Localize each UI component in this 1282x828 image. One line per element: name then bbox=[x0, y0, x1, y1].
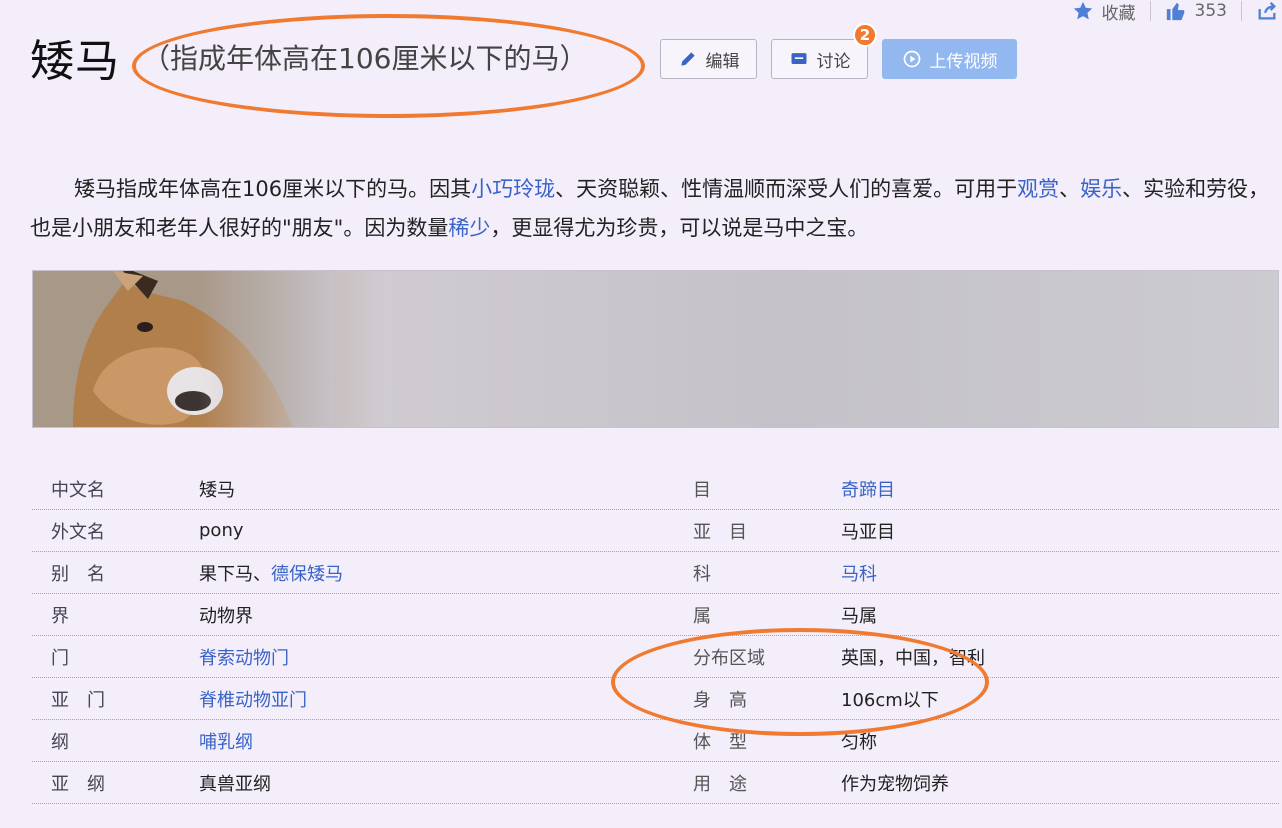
star-icon bbox=[1073, 1, 1092, 20]
intro-text: ，更显得尤为珍贵，可以说是马中之宝。 bbox=[490, 216, 869, 240]
info-value: 果下马、德保矮马 bbox=[199, 560, 673, 586]
info-value: 脊椎动物亚门 bbox=[199, 686, 673, 712]
discuss-count-badge: 2 bbox=[853, 23, 877, 47]
intro-text: 、天资聪颖、性情温顺而深受人们的喜爱。可用于 bbox=[555, 177, 1018, 201]
link-view[interactable]: 观赏 bbox=[1017, 177, 1059, 201]
upload-video-label: 上传视频 bbox=[929, 51, 998, 72]
info-key: 亚 门 bbox=[51, 689, 105, 711]
info-value: 奇蹄目 bbox=[841, 476, 1279, 502]
link-small[interactable]: 小巧玲珑 bbox=[471, 177, 555, 201]
intro-paragraph: 矮马指成年体高在106厘米以下的马。因其小巧玲珑、天资聪颖、性情温顺而深受人们的… bbox=[30, 170, 1270, 248]
info-row: 亚 纲 真兽亚纲 用 途 作为宠物饲养 bbox=[32, 762, 1279, 804]
info-value: 马属 bbox=[841, 602, 1279, 628]
info-key: 亚 纲 bbox=[51, 773, 105, 795]
intro-text: 矮马指成年体高在106厘米以下的马。因其 bbox=[74, 177, 472, 201]
thumbs-up-icon bbox=[1166, 2, 1184, 21]
info-key: 身 高 bbox=[693, 689, 747, 711]
info-key: 目 bbox=[693, 479, 711, 501]
basic-info-table: 中文名 矮马目奇蹄目 外文名 pony 亚 目马亚目别 名果下马、德保矮马科马科界动物界… bbox=[32, 468, 1279, 804]
info-value-text: 106cm以下 bbox=[841, 689, 939, 711]
info-key: 科 bbox=[693, 563, 711, 585]
info-value-text: 英国，中国，智利 bbox=[841, 647, 985, 669]
link-rare[interactable]: 稀少 bbox=[448, 216, 490, 240]
info-value: 动物界 bbox=[199, 602, 673, 628]
info-row: 外文名 pony 亚 目 马亚目 bbox=[32, 510, 1279, 552]
share-icon bbox=[1258, 1, 1276, 20]
info-key: 体 型 bbox=[693, 731, 747, 753]
edit-label: 编辑 bbox=[705, 51, 740, 72]
info-value-text: 马属 bbox=[841, 605, 877, 627]
info-value-text: 果下马、 bbox=[199, 563, 271, 585]
like-count: 353 bbox=[1194, 1, 1227, 21]
info-value-link[interactable]: 马科 bbox=[841, 564, 877, 585]
album-banner[interactable] bbox=[32, 270, 1279, 428]
info-row: 纲 哺乳纲 体 型 匀称 bbox=[32, 720, 1279, 762]
info-row: 亚 门 脊椎动物亚门 身 高 106cm以下 bbox=[32, 678, 1279, 720]
like-button[interactable]: 353 bbox=[1151, 0, 1241, 22]
info-value-text: 作为宠物饲养 bbox=[841, 773, 949, 795]
info-value: 脊索动物门 bbox=[199, 644, 673, 670]
info-key: 中文名 bbox=[51, 479, 105, 501]
link-entertainment[interactable]: 娱乐 bbox=[1080, 177, 1122, 201]
intro-text: 、 bbox=[1059, 177, 1081, 201]
info-value-text: 矮马 bbox=[199, 479, 235, 501]
info-value: 作为宠物饲养 bbox=[841, 770, 1279, 796]
info-value-text: 动物界 bbox=[199, 605, 253, 627]
discuss-button[interactable]: 讨论 bbox=[771, 39, 868, 79]
info-key: 属 bbox=[693, 605, 711, 627]
info-value-link[interactable]: 哺乳纲 bbox=[199, 732, 253, 753]
info-row: 门 脊索动物门 分布区域 英国，中国，智利 bbox=[32, 636, 1279, 678]
info-value-text: 真兽亚纲 bbox=[199, 773, 271, 795]
info-value-text: 马亚目 bbox=[841, 521, 895, 543]
info-value-link[interactable]: 脊椎动物亚门 bbox=[199, 690, 307, 711]
pencil-icon bbox=[680, 52, 695, 66]
info-value: 真兽亚纲 bbox=[199, 770, 673, 796]
discuss-label: 讨论 bbox=[816, 51, 851, 72]
edit-button[interactable]: 编辑 bbox=[660, 39, 757, 79]
info-key: 用 途 bbox=[693, 773, 747, 795]
favorite-button[interactable]: 收藏 bbox=[1058, 0, 1150, 24]
upload-video-button[interactable]: 上传视频 bbox=[882, 39, 1017, 79]
favorite-label: 收藏 bbox=[1101, 3, 1136, 24]
info-value-link[interactable]: 奇蹄目 bbox=[841, 480, 895, 501]
page-subtitle: （指成年体高在106厘米以下的马） bbox=[142, 42, 588, 75]
info-value: 矮马 bbox=[199, 476, 673, 502]
info-value: pony bbox=[199, 520, 673, 541]
info-value: 哺乳纲 bbox=[199, 728, 673, 754]
horse-image bbox=[33, 271, 333, 427]
info-key: 外文名 bbox=[51, 521, 105, 543]
comment-icon bbox=[791, 53, 806, 64]
info-value-link[interactable]: 脊索动物门 bbox=[199, 648, 289, 669]
info-value: 106cm以下 bbox=[841, 686, 1279, 712]
info-key: 纲 bbox=[51, 731, 69, 753]
info-key: 别 名 bbox=[51, 563, 105, 585]
info-value-link[interactable]: 德保矮马 bbox=[271, 564, 343, 585]
info-key: 界 bbox=[51, 605, 69, 627]
info-value: 马亚目 bbox=[841, 518, 1279, 544]
info-row: 别 名果下马、德保矮马科马科 bbox=[32, 552, 1279, 594]
page-title: 矮马 bbox=[30, 36, 120, 87]
info-key: 门 bbox=[51, 647, 69, 669]
info-value: 英国，中国，智利 bbox=[841, 644, 1279, 670]
info-key: 分布区域 bbox=[693, 647, 765, 669]
title-row: 矮马 （指成年体高在106厘米以下的马） bbox=[30, 22, 587, 92]
info-value: 马科 bbox=[841, 560, 1279, 586]
info-value: 匀称 bbox=[841, 728, 1279, 754]
info-row: 界 动物界 属 马属 bbox=[32, 594, 1279, 636]
info-row: 中文名 矮马 目 奇蹄目 bbox=[32, 468, 1279, 510]
upload-video-icon bbox=[903, 50, 920, 68]
info-value-text: 匀称 bbox=[841, 731, 877, 753]
top-action-bar: 收藏 353 bbox=[1058, 0, 1282, 24]
info-key: 亚 目 bbox=[693, 521, 747, 543]
info-value-text: pony bbox=[199, 520, 244, 541]
share-button[interactable] bbox=[1242, 0, 1282, 22]
